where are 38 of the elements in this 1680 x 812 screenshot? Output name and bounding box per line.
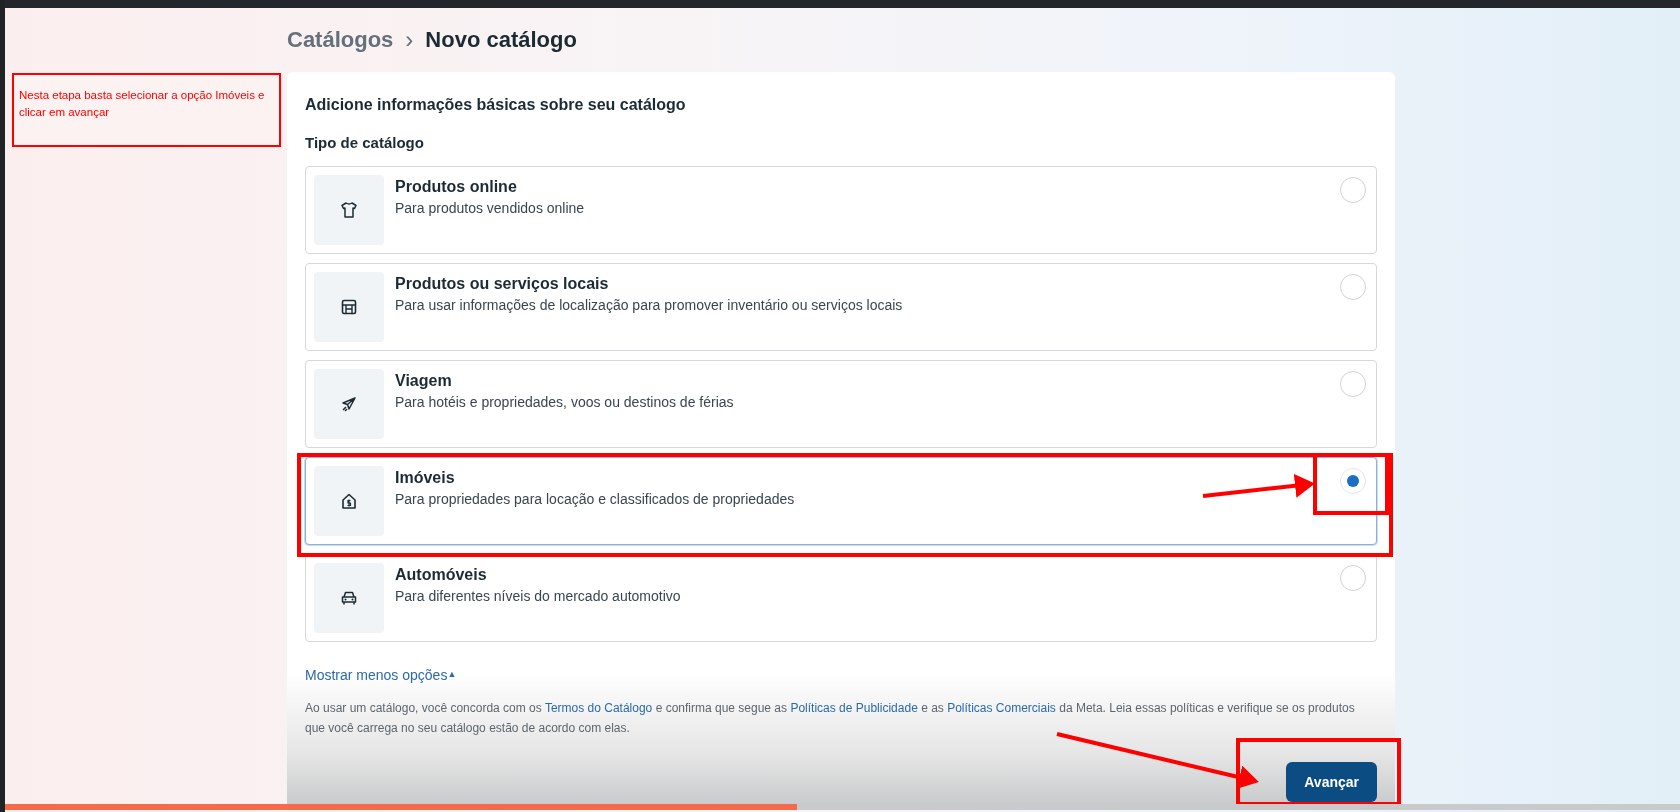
breadcrumb-link[interactable]: Catálogos	[287, 27, 394, 53]
catalog-type-option[interactable]: Imóveis Para propriedades para locação e classificados de propriedades	[305, 457, 1377, 545]
video-progress-bar[interactable]	[5, 804, 1680, 810]
breadcrumb-separator: ›	[405, 26, 414, 54]
radio-button[interactable]	[1340, 565, 1366, 591]
radio-button[interactable]	[1340, 177, 1366, 203]
option-description: Para hotéis e propriedades, voos ou destinos de férias	[395, 394, 734, 410]
option-title: Automóveis	[395, 566, 487, 584]
catalog-type-option[interactable]: Viagem Para hotéis e propriedades, voos ou destinos de férias	[305, 360, 1377, 448]
radio-button[interactable]	[1340, 274, 1366, 300]
airplane-icon	[340, 395, 358, 413]
policy-link[interactable]: Termos do Catálogo	[544, 701, 653, 715]
section-label: Tipo de catálogo	[305, 134, 425, 151]
option-description: Para usar informações de localização para promover inventário ou serviços locais	[395, 297, 903, 313]
shirt-icon	[340, 201, 358, 219]
show-fewer-options-link[interactable]: Mostrar menos opções$^{▲}$	[305, 667, 457, 683]
catalog-type-option[interactable]: Produtos ou serviços locais Para usar informações de localização para promover inventário ou serviços locais	[305, 263, 1377, 351]
house-icon	[340, 492, 358, 510]
option-title: Imóveis	[395, 469, 455, 487]
catalog-type-option[interactable]: Produtos online Para produtos vendidos online	[305, 166, 1377, 254]
store-icon	[340, 298, 358, 316]
terms-text: Ao usar um catálogo, você concorda com os Termos do Catálogo e confirma que segue as Políticas de Publicidade e as Políticas Comerciais da Meta. Leia essas políticas e verifique se os produtos que você carrega no seu catálogo estão de acordo com elas.	[305, 700, 1356, 737]
option-description: Para produtos vendidos online	[395, 200, 585, 216]
policy-link[interactable]: Políticas Comerciais	[947, 701, 1056, 715]
option-description: Para propriedades para locação e classificados de propriedades	[395, 491, 795, 507]
radio-button[interactable]	[1340, 468, 1366, 494]
next-button[interactable]: Avançar	[1286, 762, 1377, 802]
catalog-type-option[interactable]: Automóveis Para diferentes níveis do mercado automotivo	[305, 554, 1377, 642]
annotation-note: Nesta etapa basta selecionar a opção Imóveis e clicar em avançar	[12, 73, 281, 147]
option-description: Para diferentes níveis do mercado automotivo	[395, 588, 681, 604]
option-title: Produtos online	[395, 178, 517, 196]
option-title: Viagem	[395, 372, 452, 390]
card-heading: Adicione informações básicas sobre seu catálogo	[305, 96, 687, 114]
car-icon	[340, 589, 358, 607]
radio-button[interactable]	[1340, 371, 1366, 397]
page-title: Novo catálogo	[425, 27, 577, 53]
policy-link[interactable]: Políticas de Publicidade	[790, 701, 918, 715]
option-title: Produtos ou serviços locais	[395, 275, 609, 293]
